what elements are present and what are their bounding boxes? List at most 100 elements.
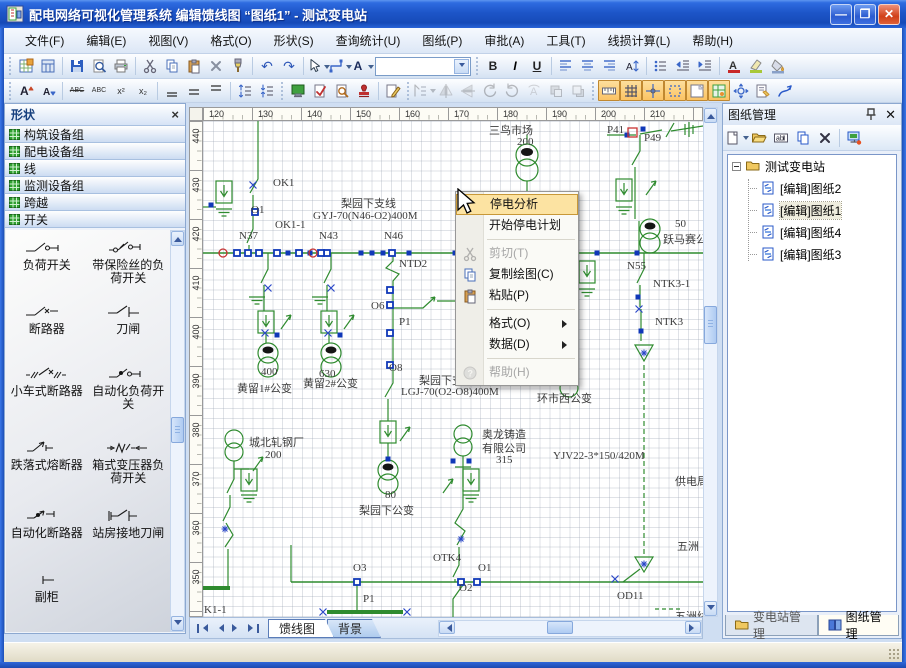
new-drawing-button[interactable] — [15, 56, 37, 77]
stamp-button[interactable] — [353, 80, 375, 101]
maximize-button[interactable]: ❐ — [854, 4, 876, 25]
align-right-button[interactable] — [599, 56, 621, 77]
format-painter-button[interactable] — [227, 56, 249, 77]
menu-item-6[interactable]: 图纸(P) — [411, 29, 473, 52]
italic-button[interactable]: I — [504, 56, 526, 77]
toolbar-grip[interactable] — [7, 82, 12, 100]
view-guides-button[interactable] — [642, 80, 664, 101]
shape-item-fused-load-switch[interactable]: 带保险丝的负荷开关 — [88, 234, 170, 298]
highlighter-button[interactable] — [745, 56, 767, 77]
shapes-scrollbar[interactable] — [170, 230, 185, 632]
delete-button[interactable] — [205, 56, 227, 77]
line-spacing-2-button[interactable] — [183, 80, 205, 101]
chevron-down-icon[interactable] — [454, 59, 469, 74]
shape-item-breaker[interactable]: 断路器 — [6, 298, 88, 360]
view-connections-button[interactable] — [664, 80, 686, 101]
feeder-diagram-canvas[interactable]: 三鸟市场200P41P49OK1O1OK1-1梨园下支线GYJ-70(N46-O… — [203, 121, 703, 617]
undo-button[interactable]: ↶ — [256, 56, 278, 77]
scroll-thumb[interactable] — [171, 417, 184, 443]
shape-group-4[interactable]: 跨越 — [5, 194, 185, 211]
properties-button[interactable] — [752, 80, 774, 101]
scroll-down-icon[interactable] — [704, 601, 717, 616]
shape-item-load-switch[interactable]: 负荷开关 — [6, 234, 88, 298]
align-center-button[interactable] — [577, 56, 599, 77]
shape-item-knife-switch[interactable]: 刀闸 — [88, 298, 170, 360]
close-button[interactable]: ✕ — [878, 4, 900, 25]
para-space-inc-button[interactable] — [234, 80, 256, 101]
tree-root-station[interactable]: 测试变电站 — [728, 155, 896, 177]
pointer-button[interactable] — [307, 56, 329, 77]
context-menu-item-8[interactable]: 数据(D) — [456, 334, 578, 355]
menu-item-3[interactable]: 格式(O) — [199, 29, 262, 52]
scroll-thumb[interactable] — [704, 306, 717, 344]
underline-button[interactable]: U — [526, 56, 548, 77]
new-sheet-button[interactable] — [726, 127, 748, 148]
edit-note-button[interactable] — [382, 80, 404, 101]
context-menu-item-4[interactable]: 复制绘图(C) — [456, 264, 578, 285]
last-page-button[interactable] — [245, 620, 262, 637]
print-button[interactable] — [110, 56, 132, 77]
shape-group-2[interactable]: 线 — [5, 160, 185, 177]
fill-color-button[interactable] — [767, 56, 789, 77]
flip-h-button[interactable] — [435, 80, 457, 101]
superscript-button[interactable]: x² — [110, 80, 132, 101]
shape-item-auto-breaker[interactable]: 自动化断路器 — [6, 502, 88, 566]
shape-group-1[interactable]: 配电设备组 — [5, 143, 185, 160]
previous-page-button[interactable] — [211, 620, 228, 637]
print-preview-button[interactable] — [88, 56, 110, 77]
canvas-horizontal-scrollbar[interactable] — [438, 620, 702, 637]
indent-button[interactable] — [694, 56, 716, 77]
bold-button[interactable]: B — [482, 56, 504, 77]
line-spacing-3-button[interactable] — [205, 80, 227, 101]
approve-check-button[interactable] — [309, 80, 331, 101]
pan-zoom-button[interactable] — [730, 80, 752, 101]
panel-tab-0[interactable]: 变电站管理 — [725, 615, 818, 636]
text-tool-button[interactable]: A — [351, 56, 373, 77]
collapse-icon[interactable] — [732, 162, 741, 171]
font-increase-button[interactable]: A — [15, 80, 37, 101]
page-tab-1[interactable]: 背景 — [327, 619, 381, 638]
redo-button[interactable]: ↷ — [278, 56, 300, 77]
strikethrough-button[interactable]: ABC — [66, 80, 88, 101]
shape-item-station-ground-switch[interactable]: 站房接地刀闸 — [88, 502, 170, 566]
shape-align-button[interactable] — [413, 80, 435, 101]
tree-item-sheet-2[interactable]: [编辑]图纸4 — [728, 221, 896, 243]
scroll-up-icon[interactable] — [704, 108, 717, 123]
shape-group-0[interactable]: 构筑设备组 — [5, 126, 185, 143]
view-grid-button[interactable] — [620, 80, 642, 101]
rename-sheet-button[interactable]: ab — [770, 127, 792, 148]
scroll-up-icon[interactable] — [171, 231, 184, 246]
menu-item-7[interactable]: 审批(A) — [473, 29, 535, 52]
rotate-right-button[interactable] — [501, 80, 523, 101]
scroll-right-icon[interactable] — [685, 621, 701, 634]
toolbar-grip[interactable] — [279, 82, 284, 100]
page-tab-0[interactable]: 馈线图 — [268, 619, 334, 638]
para-space-dec-button[interactable] — [256, 80, 278, 101]
flip-v-button[interactable] — [457, 80, 479, 101]
canvas-vertical-scrollbar[interactable] — [703, 107, 718, 617]
tree-item-sheet-3[interactable]: [编辑]图纸3 — [728, 243, 896, 265]
scroll-thumb[interactable] — [547, 621, 573, 634]
menu-item-9[interactable]: 线损计算(L) — [597, 29, 682, 52]
font-decrease-button[interactable]: A — [37, 80, 59, 101]
minimize-button[interactable]: — — [830, 4, 852, 25]
menu-item-4[interactable]: 形状(S) — [263, 29, 325, 52]
subscript-button[interactable]: x₂ — [132, 80, 154, 101]
shape-item-truck-breaker[interactable]: 小车式断路器 — [6, 360, 88, 434]
find-shape-button[interactable] — [331, 80, 353, 101]
cut-button[interactable] — [139, 56, 161, 77]
font-color-button[interactable]: A — [723, 56, 745, 77]
view-background-button[interactable] — [708, 80, 730, 101]
menu-item-1[interactable]: 编辑(E) — [75, 29, 137, 52]
rotate-text-button[interactable]: A — [523, 80, 545, 101]
panel-tab-1[interactable]: 图纸管理 — [818, 615, 899, 636]
next-page-button[interactable] — [228, 620, 245, 637]
pin-icon[interactable] — [863, 107, 879, 123]
rotate-left-button[interactable] — [479, 80, 501, 101]
tree-item-sheet-1[interactable]: [编辑]图纸1 — [728, 199, 896, 221]
monitor-view-button[interactable] — [287, 80, 309, 101]
connector-line-button[interactable] — [774, 80, 796, 101]
copy-sheet-button[interactable] — [792, 127, 814, 148]
letter-spacing-button[interactable]: ABC — [88, 80, 110, 101]
save-button[interactable] — [66, 56, 88, 77]
